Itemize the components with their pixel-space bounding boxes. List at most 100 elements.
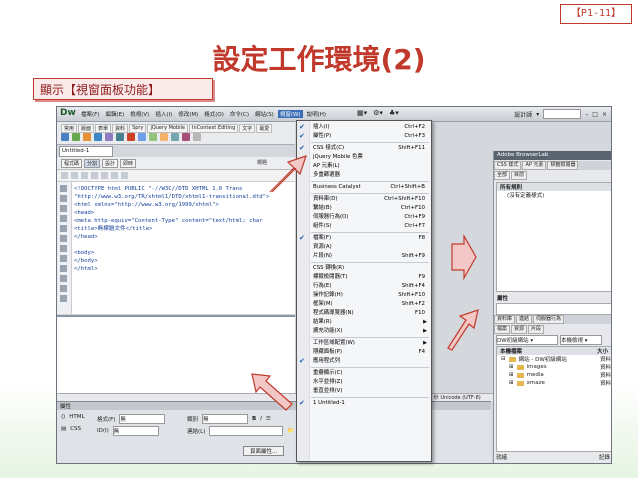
template-icon[interactable] [193,133,201,141]
site-select[interactable]: DW初級網站 ▾ [496,335,558,345]
insert-tab-8[interactable]: 最愛 [256,124,273,133]
window-menu-item[interactable]: 結果(R) ▶ [297,318,431,327]
css-tabs-0[interactable]: CSS 樣式 [494,161,522,170]
layout-icon[interactable]: ▦▾ [357,109,367,117]
bold-button[interactable]: B [252,416,256,422]
image-icon[interactable] [116,133,124,141]
expand-icon[interactable]: ⊞ [509,380,514,386]
link-input[interactable] [209,426,284,436]
script-icon[interactable] [182,133,190,141]
insert-tab-2[interactable]: 表單 [95,124,112,133]
window-menu-item[interactable]: ✔ 屬性(P) Ctrl+F3 [297,132,431,141]
site-root-row[interactable]: ⊟ 網站 - DW初級網站 資料 [497,355,611,363]
window-menu-item[interactable]: ✔ 插入(I) Ctrl+F2 [297,123,431,132]
check-icon[interactable] [111,172,118,179]
window-menu-item[interactable]: 垂直並排(V) [297,387,431,396]
id-select[interactable]: 無 [112,426,159,436]
folder-row[interactable]: ⊞ media 資料 [497,371,611,379]
file-icon[interactable] [61,172,68,179]
window-menu-item[interactable]: AP 元素(L) [297,162,431,171]
italic-button[interactable]: I [260,416,262,422]
files-tabs-1[interactable]: 連結 [516,315,533,324]
maximize-icon[interactable]: □ [592,111,598,118]
chevron-down-icon[interactable]: ▾ [536,111,539,118]
options-icon[interactable] [121,172,128,179]
workspace-label[interactable]: 設計師 [514,110,532,119]
window-menu-item[interactable]: 操作記錄(H) Shift+F10 [297,291,431,300]
insert-tab-6[interactable]: InContext Editing [189,124,239,133]
files-tree[interactable]: 本機檔案 大小 ⊟ 網站 - DW初級網站 資料 ⊞ images 資料 ⊞ media… [496,346,611,452]
anchor-icon[interactable] [83,133,91,141]
menu-6[interactable]: 命令(C) [228,110,251,118]
css-rules-pane[interactable]: 所有規則 (沒有定義樣式) [496,182,611,292]
minimize-icon[interactable]: – [585,111,588,118]
window-menu-item[interactable]: 隱藏面板(P) F4 [297,348,431,357]
date-icon[interactable] [138,133,146,141]
hyperlink-icon[interactable] [61,133,69,141]
window-menu-item[interactable]: ✔ CSS 樣式(C) Shift+F11 [297,144,431,153]
window-menu-item[interactable]: 程式碼導覽器(N) F10 [297,309,431,318]
preview-icon[interactable] [71,172,78,179]
files-tabs-2[interactable]: 伺服器行為 [533,315,565,324]
window-menu-item[interactable]: ✔ 檔案(F) F8 [297,234,431,243]
files-tabs-0[interactable]: 資料庫 [494,315,516,324]
menu-2[interactable]: 檢視(V) [128,110,151,118]
list-icon[interactable]: ☰ [266,416,271,422]
browserlab-panel[interactable]: Adobe BrowserLab [494,151,611,160]
insert-tab-0[interactable]: 常用 [61,124,78,133]
format-select[interactable]: 無 [119,414,166,424]
menu-3[interactable]: 插入(I) [153,110,174,118]
page-properties-button[interactable]: 頁面屬性... [243,446,285,456]
window-menu-item[interactable]: 資源(A) [297,243,431,252]
menu-4[interactable]: 修改(M) [176,110,200,118]
window-menu-item[interactable]: 框架(M) Shift+F2 [297,300,431,309]
window-menu-item[interactable]: 繫結(B) Ctrl+F10 [297,204,431,213]
css-toggle[interactable]: ▤ CSS [61,426,81,432]
window-menu-item[interactable]: Business Catalyst Ctrl+Shift+B [297,183,431,192]
view-button-0[interactable]: 程式碼 [61,159,83,168]
window-menu-item[interactable]: 多重篩選器 [297,171,431,180]
insert-tab-7[interactable]: 文字 [239,124,256,133]
folder-browse-icon[interactable]: 📁 [287,428,294,434]
window-menu-item[interactable]: 行為(E) Shift+F4 [297,282,431,291]
document-tab[interactable]: Untitled-1 [59,146,113,157]
menu-8[interactable]: 視窗(W) [277,110,303,118]
window-menu-item[interactable]: 伺服器行為(O) Ctrl+F9 [297,213,431,222]
insert-tab-5[interactable]: jQuery Mobile [147,124,189,133]
menu-0[interactable]: 檔案(F) [79,110,101,118]
view-button-1[interactable]: 分割 [84,159,101,168]
window-menu-item[interactable]: ✔ 應用程式列 [297,357,431,366]
folder-row[interactable]: ⊞ images 資料 [497,363,611,371]
window-menu-item[interactable]: ✔ 1 Untitled-1 [297,399,431,408]
files-subtabs-2[interactable]: 片段 [528,325,545,334]
close-icon[interactable]: × [602,111,607,118]
insert-tab-3[interactable]: 資料 [112,124,129,133]
log-button[interactable]: 記錄 [599,453,610,461]
window-menu-item[interactable]: jQuery Mobile 色票 [297,153,431,162]
comment-icon[interactable] [160,133,168,141]
inspect-icon[interactable] [91,172,98,179]
site-icon[interactable]: ♣▾ [389,109,399,117]
code-text[interactable]: <!DOCTYPE html PUBLIC "-//W3C//DTD XHTML… [74,185,269,273]
menu-1[interactable]: 編輯(E) [103,110,126,118]
insert-tab-1[interactable]: 版面 [78,124,95,133]
files-subtabs-1[interactable]: 資源 [511,325,528,334]
code-view[interactable]: <!DOCTYPE html PUBLIC "-//W3C//DTD XHTML… [57,182,295,314]
table-icon[interactable] [94,133,102,141]
email-link-icon[interactable] [72,133,80,141]
menu-5[interactable]: 格式(O) [202,110,226,118]
expand-icon[interactable]: ⊞ [509,372,514,378]
window-menu-item[interactable]: 重疊顯示(C) [297,369,431,378]
media-icon[interactable] [127,133,135,141]
expand-icon[interactable]: ⊞ [509,364,514,370]
window-menu-item[interactable]: 組件(S) Ctrl+F7 [297,222,431,231]
gear-icon[interactable]: ⚙▾ [373,109,383,117]
search-input[interactable] [543,109,582,119]
window-menu-item[interactable]: 資料庫(D) Ctrl+Shift+F10 [297,195,431,204]
server-include-icon[interactable] [149,133,157,141]
refresh-icon[interactable] [81,172,88,179]
css-tabs-2[interactable]: 標籤檢閱器 [547,161,579,170]
files-subtabs-0[interactable]: 檔案 [494,325,511,334]
head-icon[interactable] [171,133,179,141]
window-menu-item[interactable]: CSS 轉換(R) [297,264,431,273]
